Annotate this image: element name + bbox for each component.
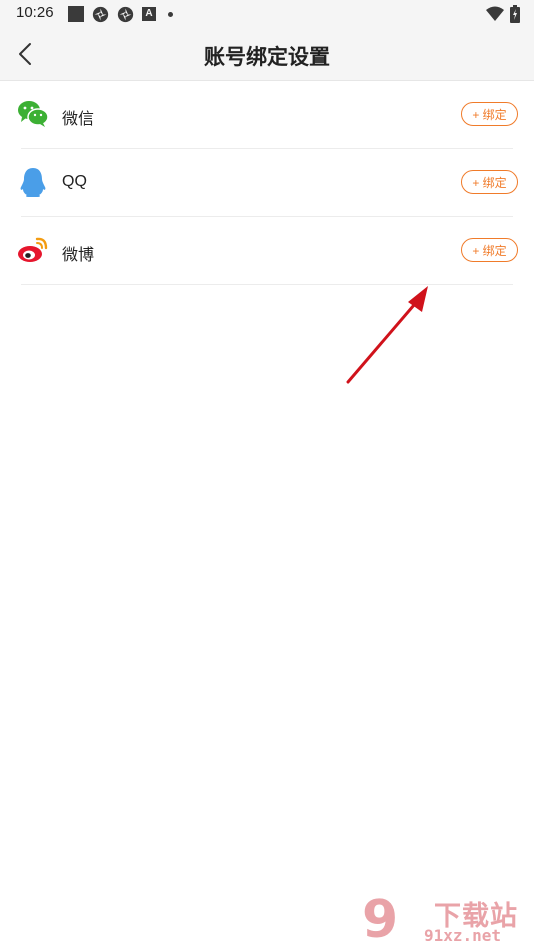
app-round-icon: [92, 6, 109, 22]
bind-weibo-button[interactable]: + 绑定: [461, 238, 518, 262]
account-label-qq: QQ: [62, 173, 87, 190]
list-item-qq: QQ + 绑定: [20, 149, 518, 217]
annotation-arrow-icon: [346, 286, 428, 384]
account-label-weibo: 微博: [62, 247, 95, 264]
notification-square-icon: [68, 6, 84, 22]
status-right-icons: [486, 5, 520, 23]
title-bar: 账号绑定设置: [0, 28, 534, 81]
watermark-logo: 9 下载站 91xz.net: [362, 892, 532, 948]
status-time: 10:26: [16, 4, 54, 21]
status-bar: 10:26 A: [0, 0, 534, 28]
bind-wechat-button[interactable]: + 绑定: [461, 102, 518, 126]
app-round-icon: [117, 6, 134, 22]
account-binding-list: 微信 + 绑定 QQ + 绑定 微博 + 绑定: [0, 81, 534, 285]
page-title: 账号绑定设置: [204, 46, 330, 69]
wifi-icon: [486, 6, 504, 21]
list-item-weibo: 微博 + 绑定: [18, 217, 518, 285]
battery-icon: [510, 5, 520, 23]
bind-qq-button[interactable]: + 绑定: [461, 170, 518, 194]
status-left-icons: A: [68, 5, 173, 23]
weibo-icon: [18, 237, 48, 262]
qq-icon: [20, 168, 46, 197]
wechat-icon: [18, 101, 49, 127]
dot-icon: [168, 11, 173, 17]
a-badge-icon: A: [142, 7, 156, 21]
account-label-wechat: 微信: [62, 111, 95, 128]
watermark-logo-digit: 9: [362, 890, 399, 950]
watermark-url: 91xz.net: [424, 926, 502, 945]
list-item-wechat: 微信 + 绑定: [18, 81, 518, 149]
